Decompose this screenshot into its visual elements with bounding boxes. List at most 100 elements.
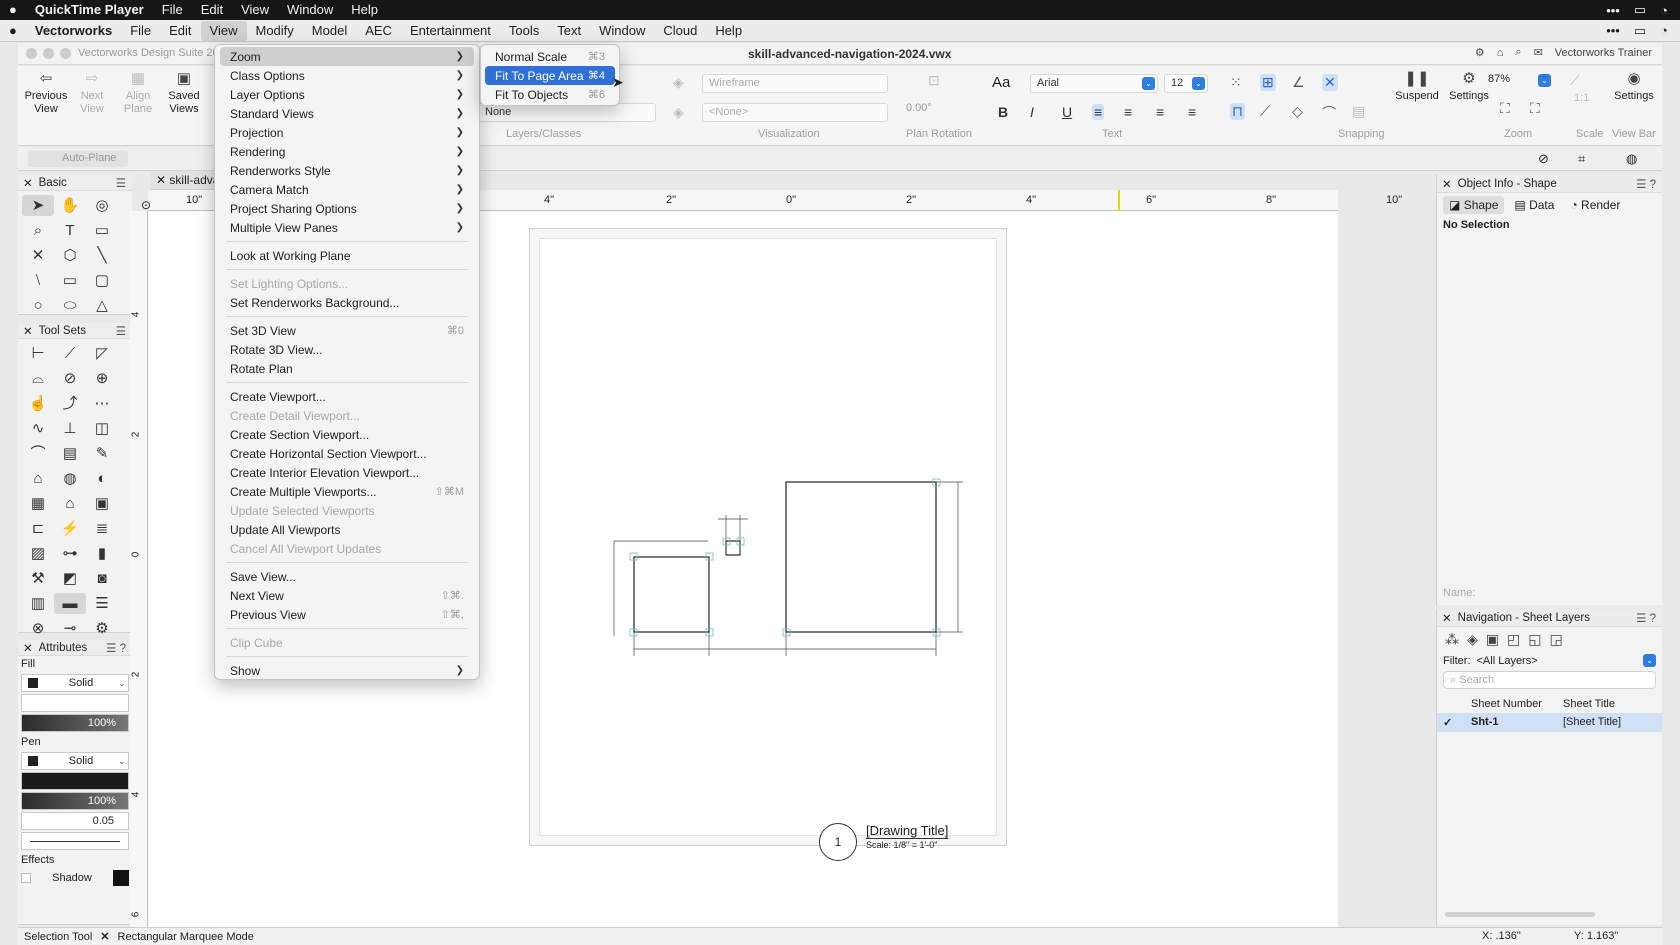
attributes-menu-icon[interactable]: ☰ ? [106, 641, 132, 655]
line-tool-icon[interactable]: ╲ [86, 245, 118, 266]
scale-value[interactable]: 1:1 [1574, 92, 1589, 104]
user-name[interactable]: Vectorworks Trainer [1555, 47, 1652, 59]
tools-toolset-icon[interactable]: ⚒ [22, 568, 54, 589]
suspend-button[interactable]: ❚❚ Suspend [1392, 71, 1442, 103]
system-menu-edit[interactable]: Edit [192, 0, 232, 20]
menu-edit[interactable]: Edit [160, 21, 200, 41]
arc-toolset-icon[interactable]: ⌓ [22, 368, 54, 389]
previous-view-button[interactable]: ⇦ Previous View [22, 71, 70, 116]
menu-item-create-section-viewport[interactable]: Create Section Viewport... [220, 425, 474, 444]
table-row[interactable]: ✓ Sht-1 [Sheet Title] [1437, 713, 1662, 732]
zoom-window-icon[interactable] [60, 48, 71, 59]
filter-chevron-icon[interactable]: ⌄ [1643, 654, 1656, 667]
align-right-icon[interactable]: ≡ [1156, 104, 1164, 120]
snap-edge-icon[interactable]: ▤ [1352, 103, 1365, 120]
oval-tool-icon[interactable]: ⬭ [54, 295, 86, 316]
line-style-dropdown[interactable] [21, 832, 129, 850]
fill-style-dropdown[interactable]: Solid ⌄ [21, 674, 129, 692]
pipe-toolset-icon[interactable]: ⊏ [22, 518, 54, 539]
system-menu-file[interactable]: File [153, 0, 192, 20]
globe-icon[interactable]: ◍ [1626, 151, 1637, 167]
snap-tangent-icon[interactable]: ⟋ [1260, 103, 1270, 120]
visibility-icon[interactable]: ⊘ [1538, 151, 1549, 167]
landscape-toolset-icon[interactable]: ▨ [22, 543, 54, 564]
screen-icon[interactable]: ▭ [1634, 23, 1646, 39]
snap-settings-button[interactable]: ⚙ Settings [1444, 71, 1494, 103]
gear-toolset-icon[interactable]: ⚙ [86, 618, 118, 639]
callout-tool-icon[interactable]: ▭ [86, 220, 118, 241]
snap-arc-icon[interactable]: ⌒ [1322, 103, 1336, 123]
display-icon[interactable]: ▭ [1634, 2, 1646, 18]
wall-toolset-icon[interactable]: ▦ [22, 493, 54, 514]
zoom-item-fit-to-page-area[interactable]: Fit To Page Area ⌘4 [485, 66, 615, 85]
line-weight-dropdown[interactable]: 0.05 [21, 812, 129, 830]
references-icon[interactable]: ◲ [1549, 631, 1562, 648]
crop-icon[interactable]: ⌗ [1578, 151, 1585, 167]
auto-plane-toggle[interactable]: Auto-Plane [28, 151, 128, 167]
menu-item-set-3d-view[interactable]: Set 3D View ⌘0 [220, 321, 474, 340]
fill-opacity-slider[interactable]: 100% [21, 714, 129, 732]
tiny-room-rect[interactable] [725, 540, 741, 556]
pen-color-field[interactable] [21, 772, 129, 790]
wave-toolset-icon[interactable]: ∿ [22, 418, 54, 439]
stair-toolset-icon[interactable]: ≣ [86, 518, 118, 539]
menu-entertainment[interactable]: Entertainment [401, 21, 500, 41]
next-view-button[interactable]: ⇨ Next View [68, 71, 116, 116]
menu-item-zoom[interactable]: Zoom ❯ [220, 47, 474, 66]
flyover-tool-icon[interactable]: ◎ [86, 195, 118, 216]
zoom-value[interactable]: 87% [1488, 73, 1510, 85]
globe-toolset-icon[interactable]: ◐ [86, 468, 118, 489]
light-toolset-icon[interactable]: ⚡ [54, 518, 86, 539]
menu-item-create-horizontal-section-viewport[interactable]: Create Horizontal Section Viewport... [220, 444, 474, 463]
menu-item-show[interactable]: Show ❯ [220, 661, 474, 680]
menu-item-update-all-viewports[interactable]: Update All Viewports [220, 520, 474, 539]
snap-point-icon[interactable]: ◇ [1292, 103, 1303, 120]
rounded-rect-tool-icon[interactable]: ▢ [86, 270, 118, 291]
underline-icon[interactable]: U [1062, 104, 1072, 120]
small-room-rect[interactable] [633, 556, 710, 633]
pen-opacity-slider[interactable]: 100% [21, 792, 129, 810]
system-menu-view[interactable]: View [232, 0, 278, 20]
menu-item-create-viewport[interactable]: Create Viewport... [220, 387, 474, 406]
clock-icon[interactable]: ◔ [1660, 3, 1668, 18]
checkmark-icon[interactable]: ✓ [1443, 716, 1471, 729]
search-input[interactable]: ⌕ Search [1443, 671, 1656, 689]
circle-tool-icon[interactable]: ○ [22, 295, 54, 316]
sheet-layers-icon[interactable]: ▣ [1486, 631, 1499, 648]
menu-item-class-options[interactable]: Class Options ❯ [220, 66, 474, 85]
camera-toolset-icon[interactable]: ◫ [86, 418, 118, 439]
selection-tool-icon[interactable]: ➤ [22, 195, 54, 216]
gear-icon[interactable]: ⚙ [1475, 46, 1485, 59]
truck-toolset-icon[interactable]: ⊶ [54, 543, 86, 564]
view-bar-settings-button[interactable]: ◉ Settings [1608, 71, 1660, 103]
arch-toolset-icon[interactable]: ⌒ [22, 443, 54, 464]
menu-item-renderworks-style[interactable]: Renderworks Style ❯ [220, 161, 474, 180]
house-toolset-icon[interactable]: ⌂ [54, 493, 86, 514]
palette-menu-icon[interactable]: ☰ [116, 176, 132, 190]
furniture-toolset-icon[interactable]: ▥ [22, 593, 54, 614]
menu-item-project-sharing-options[interactable]: Project Sharing Options ❯ [220, 199, 474, 218]
rack-toolset-icon[interactable]: ☰ [86, 593, 118, 614]
font-size-chevron-icon[interactable]: ⌄ [1192, 77, 1205, 90]
dots-toolset-icon[interactable]: ⋯ [86, 393, 118, 414]
menu-aec[interactable]: AEC [356, 21, 401, 41]
menu-tools[interactable]: Tools [500, 21, 548, 41]
drawing-title-text[interactable]: [Drawing Title] [866, 823, 949, 839]
tab-shape[interactable]: ◪ Shape [1443, 196, 1505, 214]
minimize-window-icon[interactable] [43, 48, 54, 59]
close-window-icon[interactable] [26, 48, 37, 59]
menu-item-standard-views[interactable]: Standard Views ❯ [220, 104, 474, 123]
polygon-tool-icon[interactable]: △ [86, 295, 118, 316]
overflow-icon[interactable]: ••• [1606, 23, 1620, 38]
menu-model[interactable]: Model [303, 21, 356, 41]
large-room-rect[interactable] [785, 481, 937, 633]
close-toolsets-icon[interactable]: ✕ [23, 324, 33, 338]
close-object-info-icon[interactable]: ✕ [1442, 177, 1452, 191]
menu-item-create-multiple-viewports[interactable]: Create Multiple Viewports... ⇧⌘M [220, 482, 474, 501]
zoom-fit-icon[interactable]: ⛶ [1500, 100, 1510, 117]
target-toolset-icon[interactable]: ⊕ [86, 368, 118, 389]
col-sheet-title[interactable]: Sheet Title [1563, 698, 1615, 710]
graph-toolset-icon[interactable]: ⤴ [54, 393, 86, 414]
zoom-item-normal-scale[interactable]: Normal Scale ⌘3 [485, 47, 615, 66]
zoom-tool-icon[interactable]: ⌕ [22, 220, 54, 241]
